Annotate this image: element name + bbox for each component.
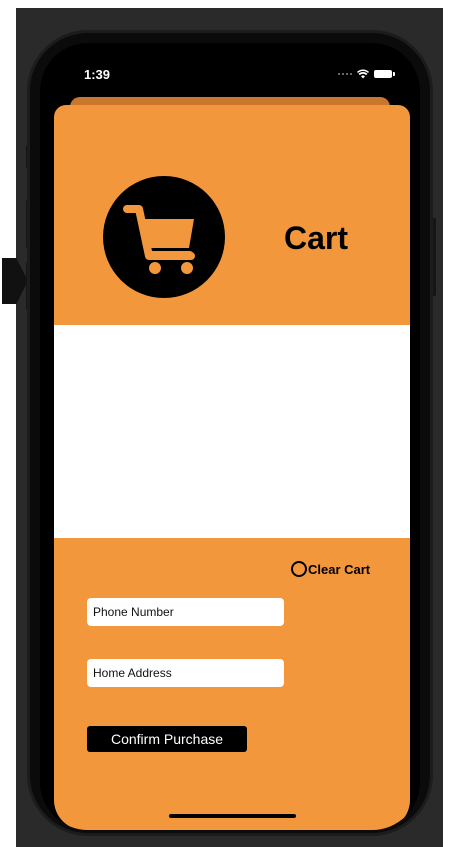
- cart-items-list[interactable]: [54, 325, 410, 538]
- home-indicator: [169, 814, 296, 818]
- battery-icon: [374, 70, 395, 78]
- radio-circle-icon[interactable]: [291, 561, 307, 577]
- phone-screen: 1:39 Cart Clear Cart Phone Number Home A…: [40, 43, 420, 830]
- phone-number-input[interactable]: [87, 598, 284, 626]
- cart-logo: [103, 176, 225, 298]
- page-title: Cart: [284, 220, 349, 256]
- clear-cart-toggle[interactable]: Clear Cart: [291, 561, 370, 577]
- clear-cart-label: Clear Cart: [308, 561, 371, 577]
- stage: 1:39 Cart Clear Cart Phone Number Home A…: [0, 0, 449, 847]
- signal-icon: [338, 73, 352, 75]
- shopping-cart-icon: [123, 205, 195, 274]
- status-time: 1:39: [84, 67, 111, 82]
- power-button: [430, 218, 436, 296]
- side-arrow: [2, 258, 28, 304]
- status-icons: [338, 69, 395, 79]
- cart-sheet: Cart Clear Cart Confirm Purchase: [54, 105, 410, 830]
- confirm-purchase-button[interactable]: Confirm Purchase: [87, 726, 247, 752]
- home-address-input[interactable]: [87, 659, 284, 687]
- wifi-icon: [357, 69, 369, 79]
